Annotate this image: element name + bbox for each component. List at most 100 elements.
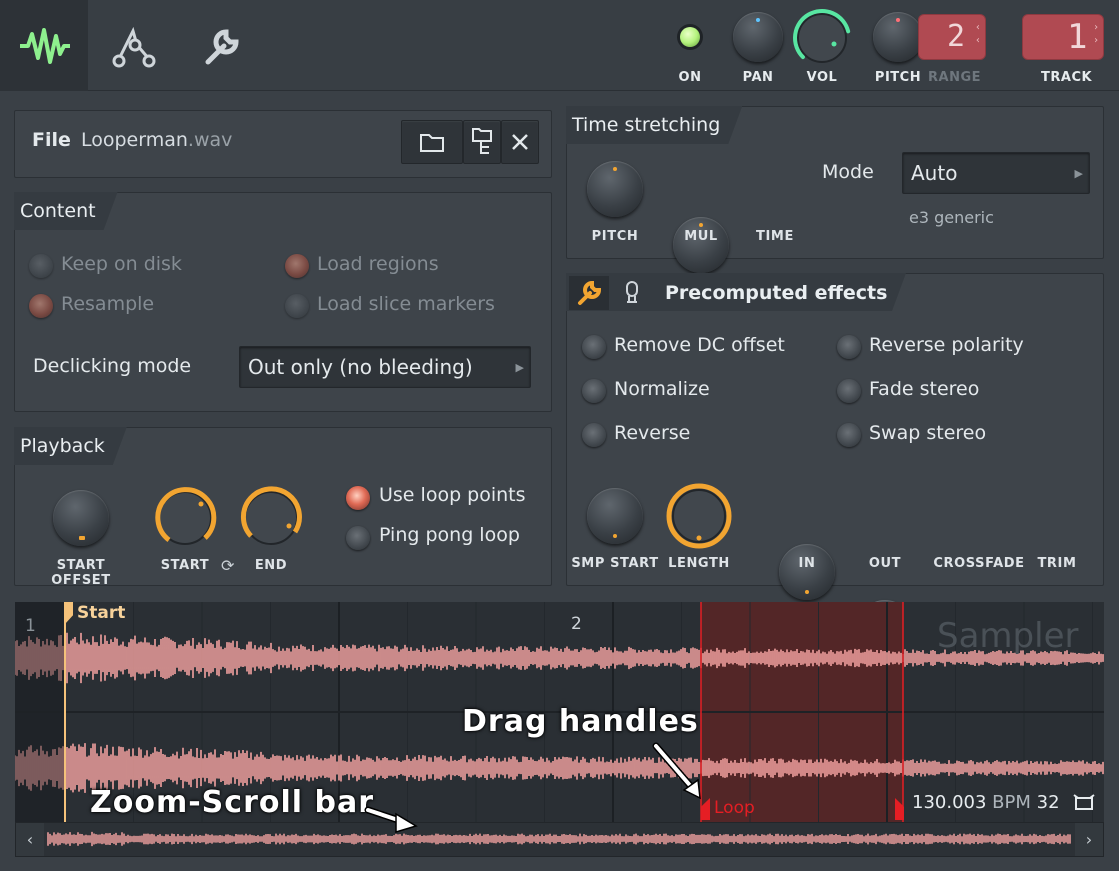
- out-label: OUT: [868, 556, 902, 571]
- track-arrows-icon: › ›: [1092, 22, 1099, 46]
- pan-label: PAN: [742, 70, 774, 85]
- file-name[interactable]: Looperman.wav: [81, 129, 232, 151]
- folder-tree-icon: [472, 128, 492, 154]
- zoom-scroll-arrow-icon: [364, 806, 418, 834]
- length-label: LENGTH: [668, 556, 730, 571]
- pitch-knob[interactable]: [873, 12, 923, 62]
- wrench-icon: [205, 28, 239, 64]
- ts-mode-label: Mode: [822, 161, 874, 183]
- in-label: IN: [798, 556, 816, 571]
- file-label: File: [32, 129, 71, 151]
- on-led[interactable]: [677, 24, 703, 50]
- normalize-radio[interactable]: [582, 379, 606, 403]
- wrench-icon: [578, 280, 602, 305]
- end-knob[interactable]: [237, 484, 305, 552]
- range-arrows-icon: ‹ ‹: [974, 22, 981, 46]
- file-panel: File Looperman.wav: [14, 110, 552, 178]
- bar-number-2: 2: [571, 614, 582, 634]
- declicking-mode-label: Declicking mode: [33, 355, 192, 377]
- start-marker-label: Start: [77, 603, 126, 623]
- load-slice-markers-label: Load slice markers: [317, 293, 495, 315]
- range-counter[interactable]: 2 ‹ ‹: [918, 14, 986, 60]
- use-loop-points-radio[interactable]: [346, 486, 370, 510]
- scroll-overview-waveform[interactable]: [44, 823, 1075, 856]
- loop-marker-label: Loop: [714, 798, 755, 818]
- on-toggle[interactable]: ON: [660, 24, 720, 85]
- ts-mode-value: Auto: [911, 161, 958, 185]
- playback-title: Playback: [14, 427, 127, 465]
- range-value: 2: [947, 19, 966, 54]
- precomputed-panel: Precomputed effects Remove DC offset Rev…: [566, 273, 1104, 768]
- fit-view-icon[interactable]: [1073, 793, 1095, 813]
- keep-on-disk-radio[interactable]: [29, 254, 53, 278]
- reverse-polarity-radio[interactable]: [837, 335, 861, 359]
- ts-pitch-label: PITCH: [591, 229, 639, 244]
- vol-knob[interactable]: [792, 8, 852, 68]
- tab-envelope[interactable]: [90, 0, 178, 91]
- trim-label: TRIM: [1037, 556, 1077, 571]
- start-knob[interactable]: [151, 484, 219, 552]
- vol-knob-group: VOL: [792, 8, 852, 85]
- load-regions-radio[interactable]: [285, 254, 309, 278]
- keep-on-disk-label: Keep on disk: [61, 253, 182, 275]
- bpm-value: 130.003: [912, 792, 987, 813]
- declicking-mode-select[interactable]: Out only (no bleeding) ▶: [239, 346, 531, 388]
- chevron-right-icon: ▶: [1074, 166, 1083, 180]
- link-loop-icon[interactable]: ⟳: [221, 556, 234, 575]
- bpm-readout: 130.003 BPM 32: [912, 792, 1060, 813]
- in-knob[interactable]: [779, 544, 835, 600]
- remove-dc-offset-label: Remove DC offset: [614, 334, 785, 356]
- chevron-right-icon: ▶: [515, 360, 524, 374]
- ping-pong-loop-radio[interactable]: [346, 526, 370, 550]
- zoom-scroll-bar[interactable]: ‹ ›: [15, 822, 1104, 857]
- remove-dc-offset-radio[interactable]: [582, 335, 606, 359]
- smp-start-knob[interactable]: [587, 488, 643, 544]
- precomputed-tube-tab[interactable]: [623, 280, 641, 310]
- precomputed-title: Precomputed effects: [665, 282, 888, 304]
- bar-number-1: 1: [25, 616, 36, 636]
- ping-pong-loop-label: Ping pong loop: [379, 524, 520, 546]
- use-loop-points-label: Use loop points: [379, 484, 526, 506]
- waveform-icon: [20, 27, 70, 64]
- browse-file-button[interactable]: [463, 120, 501, 164]
- swap-stereo-label: Swap stereo: [869, 422, 987, 444]
- ts-pitch-knob[interactable]: [587, 161, 643, 217]
- close-icon: [512, 134, 528, 150]
- sampler-watermark: Sampler: [937, 616, 1079, 656]
- file-name-base: Looperman: [81, 129, 188, 151]
- precomputed-wrench-tab[interactable]: [569, 276, 609, 310]
- length-knob[interactable]: [665, 482, 733, 550]
- start-offset-knob[interactable]: [53, 490, 109, 546]
- time-stretching-panel: Time stretching PITCH MUL TIME Mode Auto…: [566, 106, 1104, 329]
- zoom-scroll-annotation: Zoom-Scroll bar: [90, 785, 375, 820]
- ts-mul-label: MUL: [684, 229, 718, 244]
- drag-handles-annotation: Drag handles: [462, 704, 699, 739]
- tab-sample-settings[interactable]: [0, 0, 88, 91]
- top-bar: ON PAN VOL PITCH 2 ‹ ‹ RANGE 1 › › TRACK: [0, 0, 1119, 91]
- pan-knob[interactable]: [733, 12, 783, 62]
- reverse-radio[interactable]: [582, 423, 606, 447]
- scroll-left-button[interactable]: ‹: [16, 823, 44, 856]
- folder-icon: [420, 134, 444, 152]
- envelope-icon: [112, 26, 156, 67]
- fade-stereo-radio[interactable]: [837, 379, 861, 403]
- clear-file-button[interactable]: [501, 120, 539, 164]
- reverse-polarity-label: Reverse polarity: [869, 334, 1024, 356]
- load-slice-markers-radio[interactable]: [285, 294, 309, 318]
- reverse-label: Reverse: [614, 422, 691, 444]
- declicking-mode-value: Out only (no bleeding): [248, 355, 473, 379]
- vol-label: VOL: [806, 70, 838, 85]
- ts-mode-select[interactable]: Auto ▶: [902, 152, 1090, 194]
- resample-radio[interactable]: [29, 294, 53, 318]
- chevron-right-icon: ›: [1085, 830, 1093, 849]
- ts-mul-knob[interactable]: [673, 217, 729, 273]
- tab-misc[interactable]: [178, 0, 266, 91]
- normalize-label: Normalize: [614, 378, 710, 400]
- scroll-right-button[interactable]: ›: [1075, 823, 1103, 856]
- track-counter[interactable]: 1 › ›: [1022, 14, 1104, 60]
- open-file-button[interactable]: [401, 120, 463, 164]
- bpm-unit: BPM: [992, 792, 1031, 813]
- content-panel: Content Keep on disk Load regions Resamp…: [14, 192, 552, 412]
- swap-stereo-radio[interactable]: [837, 423, 861, 447]
- file-name-ext: .wav: [187, 129, 233, 151]
